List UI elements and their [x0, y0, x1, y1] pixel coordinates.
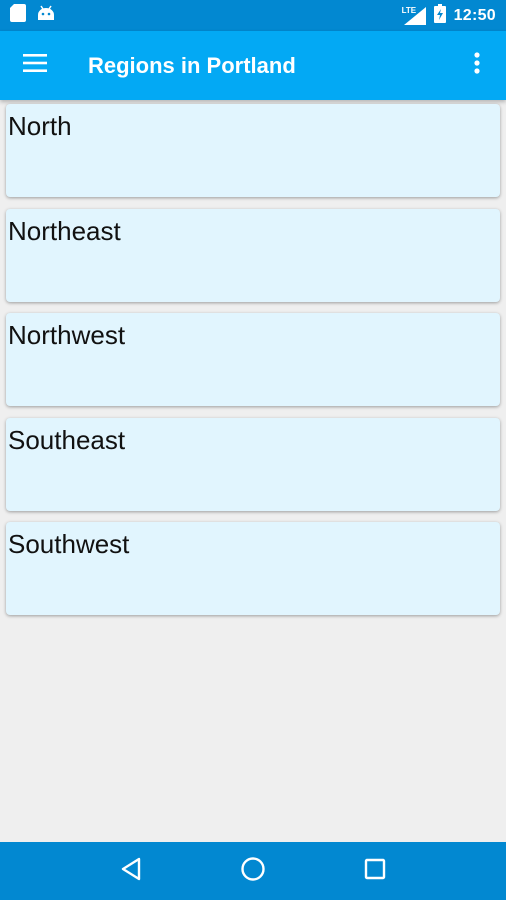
more-vert-icon — [474, 52, 480, 79]
menu-button[interactable] — [0, 31, 70, 100]
region-card-north[interactable]: North — [6, 104, 500, 197]
back-icon — [120, 857, 142, 886]
region-list: North Northeast Northwest Southeast Sout… — [0, 100, 506, 627]
back-button[interactable] — [101, 842, 161, 900]
region-card-southeast[interactable]: Southeast — [6, 417, 500, 511]
network-type: LTE — [401, 5, 417, 15]
app-bar: Regions in Portland — [0, 31, 506, 100]
page-title: Regions in Portland — [88, 52, 296, 78]
status-time: 12:50 — [453, 6, 496, 24]
region-card-northwest[interactable]: Northwest — [6, 313, 500, 406]
system-nav-bar — [0, 842, 506, 900]
signal-icon: LTE — [401, 5, 426, 25]
hamburger-menu-icon — [23, 54, 47, 77]
battery-charging-icon — [433, 3, 446, 28]
region-card-northeast[interactable]: Northeast — [6, 208, 500, 302]
region-label: Northeast — [8, 215, 121, 246]
recents-button[interactable] — [345, 842, 405, 900]
home-button[interactable] — [223, 842, 283, 900]
region-label: Southeast — [8, 424, 126, 455]
status-bar: LTE 12:50 — [0, 0, 506, 31]
android-icon — [37, 5, 55, 26]
recents-icon — [364, 858, 386, 885]
overflow-menu-button[interactable] — [448, 31, 506, 100]
sd-card-icon — [10, 4, 26, 27]
home-icon — [240, 856, 266, 887]
region-label: Northwest — [8, 320, 126, 350]
region-label: North — [8, 111, 72, 141]
region-label: Southwest — [8, 529, 130, 559]
region-card-southwest[interactable]: Southwest — [6, 522, 500, 615]
